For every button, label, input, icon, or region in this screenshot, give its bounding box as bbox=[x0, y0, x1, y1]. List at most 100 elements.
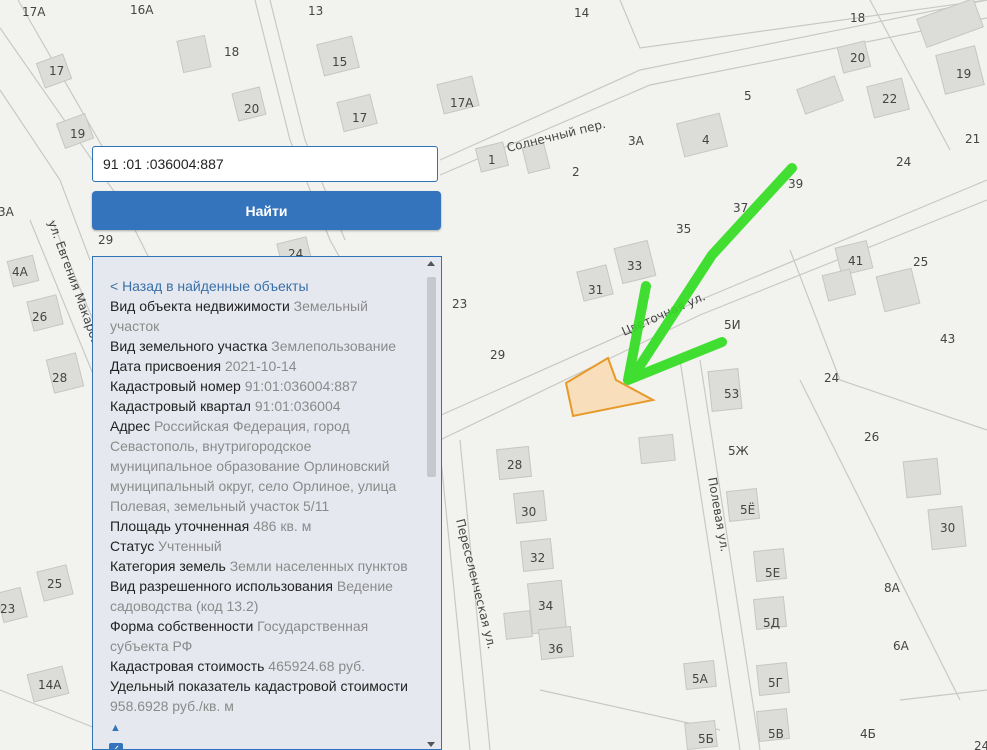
info-label: Удельный показатель кадастровой стоимост… bbox=[110, 678, 408, 694]
map-label: 21 bbox=[965, 132, 980, 146]
map-label: 39 bbox=[788, 177, 803, 191]
map-label: 26 bbox=[864, 430, 879, 444]
info-label: Кадастровый номер bbox=[110, 378, 241, 394]
object-info-content: < Назад в найденные объекты Вид объекта … bbox=[110, 276, 410, 738]
map-label: 19 bbox=[70, 127, 85, 141]
map-label: 24 bbox=[824, 371, 839, 385]
collapse-triangle-icon[interactable]: ▲ bbox=[110, 718, 410, 738]
info-row-area: Площадь уточненная 486 кв. м bbox=[110, 516, 410, 536]
info-label: Адрес bbox=[110, 418, 151, 434]
info-label: Дата присвоения bbox=[110, 358, 222, 374]
map-label: 29 bbox=[490, 348, 505, 362]
map-label: 24 bbox=[896, 155, 911, 169]
map-label: 5А bbox=[692, 672, 709, 686]
map-label: 4А bbox=[12, 265, 29, 279]
map-label: 28 bbox=[52, 371, 67, 385]
info-value: 2021-10-14 bbox=[224, 358, 297, 374]
map-label: 20 bbox=[244, 102, 259, 116]
info-row-land-category: Категория земель Земли населенных пункто… bbox=[110, 556, 410, 576]
info-label: Вид земельного участка bbox=[110, 338, 268, 354]
map-label: 3А bbox=[628, 134, 645, 148]
cadastral-search-input[interactable] bbox=[92, 146, 438, 182]
info-value: 465924.68 руб. bbox=[268, 658, 366, 674]
info-value: Российская Федерация, город Севастополь,… bbox=[110, 418, 397, 514]
map-label: 18 bbox=[850, 11, 865, 25]
map-label: 35 bbox=[676, 222, 691, 236]
back-to-results-link[interactable]: < Назад в найденные объекты bbox=[110, 276, 410, 296]
map-label: 16А bbox=[130, 3, 154, 17]
map-label: 23 bbox=[452, 297, 467, 311]
map-label: 5Г bbox=[768, 676, 783, 690]
map-label: 24 bbox=[974, 739, 987, 750]
map-label: 30 bbox=[940, 521, 955, 535]
map-label: 5 bbox=[744, 89, 752, 103]
info-row-ownership: Форма собственности Государственная субъ… bbox=[110, 616, 410, 656]
map-label: 19 bbox=[956, 67, 971, 81]
info-row-assign-date: Дата присвоения 2021-10-14 bbox=[110, 356, 410, 376]
info-value: 91:01:036004:887 bbox=[244, 378, 358, 394]
map-label: 36 bbox=[548, 642, 563, 656]
info-value: 958.6928 руб./кв. м bbox=[110, 698, 234, 714]
info-label: Кадастровая стоимость bbox=[110, 658, 265, 674]
map-label: 23 bbox=[0, 602, 15, 616]
panel-scrollbar[interactable] bbox=[426, 261, 437, 747]
map-label: 17 bbox=[49, 64, 64, 78]
info-label: Кадастровый квартал bbox=[110, 398, 251, 414]
map-label: 28 bbox=[507, 458, 522, 472]
info-label: Категория земель bbox=[110, 558, 226, 574]
map-label: 18 bbox=[224, 45, 239, 59]
map-label: 33 bbox=[627, 259, 642, 273]
info-row-land-type: Вид земельного участка Землепользование bbox=[110, 336, 410, 356]
info-row-status: Статус Учтенный bbox=[110, 536, 410, 556]
map-label: 3А bbox=[0, 205, 15, 219]
object-info-panel: < Назад в найденные объекты Вид объекта … bbox=[92, 256, 442, 750]
map-label: 25 bbox=[47, 577, 62, 591]
map-label: 29 bbox=[98, 233, 113, 247]
find-button[interactable]: Найти bbox=[92, 191, 441, 230]
map-label: 5Д bbox=[763, 616, 780, 630]
map-label: 14А bbox=[38, 678, 62, 692]
info-row-address: Адрес Российская Федерация, город Севаст… bbox=[110, 416, 410, 516]
map-label: 1 bbox=[488, 153, 496, 167]
scroll-up-arrow-icon[interactable] bbox=[427, 261, 435, 266]
map-label: 26 bbox=[32, 310, 47, 324]
map-label: 2 bbox=[572, 165, 580, 179]
info-label: Форма собственности bbox=[110, 618, 254, 634]
scroll-thumb[interactable] bbox=[427, 277, 436, 477]
map-label: 20 bbox=[850, 51, 865, 65]
map-label: 25 bbox=[913, 255, 928, 269]
map-label: 5И bbox=[724, 318, 741, 332]
map-label: 31 bbox=[588, 283, 603, 297]
info-row-object-type: Вид объекта недвижимости Земельный участ… bbox=[110, 296, 410, 336]
info-label: Вид разрешенного использования bbox=[110, 578, 333, 594]
map-label: 4Б bbox=[860, 727, 876, 741]
map-label: 5Е bbox=[765, 566, 780, 580]
info-value: Учтенный bbox=[158, 538, 222, 554]
map-label: 15 bbox=[332, 55, 347, 69]
info-label: Статус bbox=[110, 538, 155, 554]
map-label: 17А bbox=[22, 5, 46, 19]
map-label: 8А bbox=[884, 581, 901, 595]
map-label: 5Ё bbox=[740, 502, 755, 517]
map-label: 17А bbox=[450, 96, 474, 110]
info-row-specific-cost: Удельный показатель кадастровой стоимост… bbox=[110, 676, 410, 716]
map-label: 5Б bbox=[698, 732, 714, 746]
map-label: 32 bbox=[530, 551, 545, 565]
map-label: 34 bbox=[538, 599, 553, 613]
info-value: Земли населенных пунктов bbox=[229, 558, 408, 574]
info-row-cadastral-block: Кадастровый квартал 91:01:036004 bbox=[110, 396, 410, 416]
info-row-cadastral-cost: Кадастровая стоимость 465924.68 руб. bbox=[110, 656, 410, 676]
scroll-down-arrow-icon[interactable] bbox=[427, 742, 435, 747]
map-label: 5Ж bbox=[728, 444, 749, 458]
map-label: 30 bbox=[521, 505, 536, 519]
layer-checkbox[interactable]: ✓ bbox=[109, 743, 123, 749]
info-row-permitted-use: Вид разрешенного использования Ведение с… bbox=[110, 576, 410, 616]
info-value: Землепользование bbox=[271, 338, 397, 354]
info-label: Площадь уточненная bbox=[110, 518, 250, 534]
info-value: 91:01:036004 bbox=[254, 398, 341, 414]
map-label: 5В bbox=[768, 727, 784, 741]
info-label: Вид объекта недвижимости bbox=[110, 298, 290, 314]
info-row-cadastral-number: Кадастровый номер 91:01:036004:887 bbox=[110, 376, 410, 396]
map-label: 14 bbox=[574, 6, 589, 20]
map-label: 17 bbox=[352, 111, 367, 125]
